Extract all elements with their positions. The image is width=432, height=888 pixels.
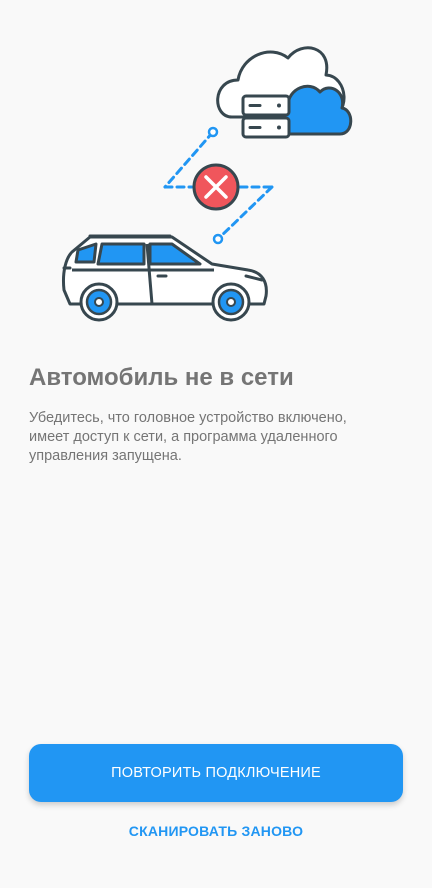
rescan-button[interactable]: СКАНИРОВАТЬ ЗАНОВО [29,816,403,846]
retry-connection-button[interactable]: ПОВТОРИТЬ ПОДКЛЮЧЕНИЕ [29,744,403,802]
status-description: Убедитесь, что головное устройство включ… [29,410,347,464]
disconnected-x-icon [192,163,240,211]
page-title: Автомобиль не в сети [29,364,294,391]
cloud-server-icon [216,46,353,139]
car-icon [62,234,268,322]
offline-illustration [0,0,432,340]
